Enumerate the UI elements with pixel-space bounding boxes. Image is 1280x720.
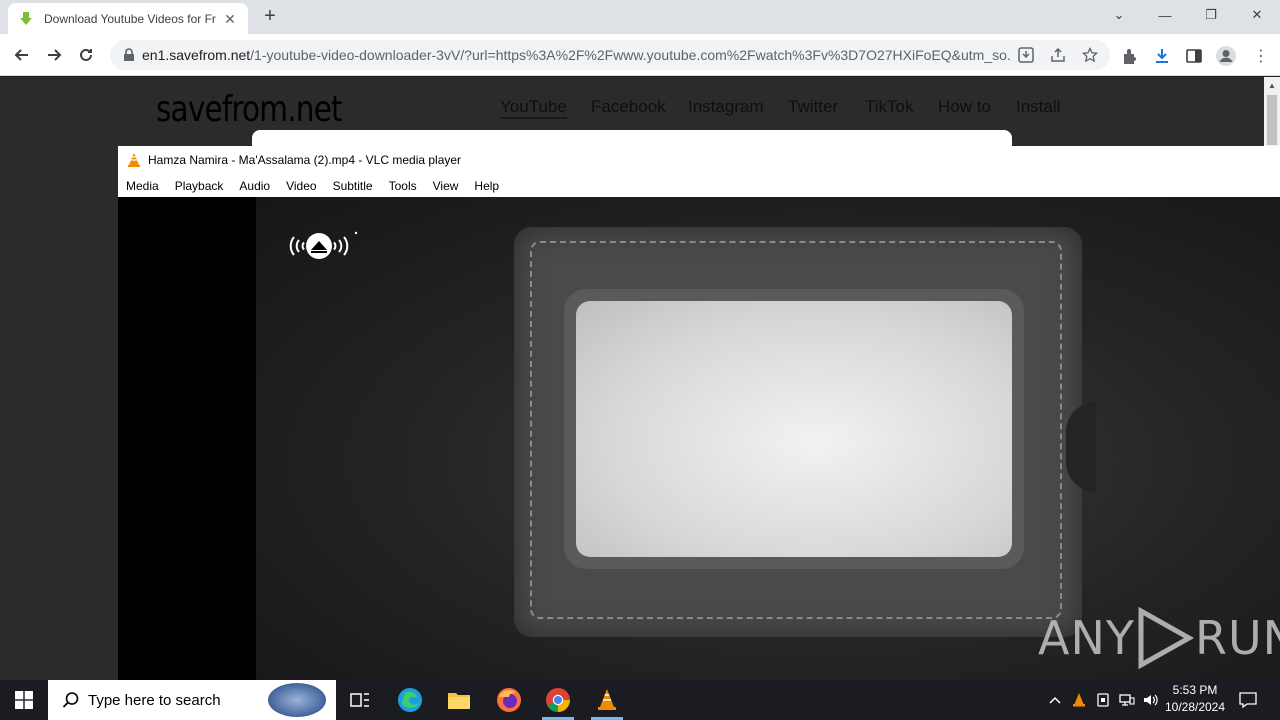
back-icon[interactable] (8, 41, 36, 69)
clock-time: 5:53 PM (1172, 683, 1218, 697)
system-clock[interactable]: 5:53 PM 10/28/2024 (1160, 682, 1230, 716)
nav-tiktok[interactable]: TikTok (865, 97, 914, 117)
nav-install[interactable]: Install (1016, 97, 1060, 117)
downloads-icon[interactable] (1151, 45, 1173, 67)
card-notch (1066, 402, 1096, 492)
star-icon[interactable] (1080, 45, 1100, 65)
share-icon[interactable] (1048, 45, 1068, 65)
menu-help[interactable]: Help (466, 179, 507, 193)
vlc-titlebar[interactable]: Hamza Namira - Ma'Assalama (2).mp4 - VLC… (118, 146, 1280, 174)
url-text: en1.savefrom.net/1-youtube-video-downloa… (142, 47, 1012, 63)
url-host: en1.savefrom.net (142, 47, 251, 63)
windows-start-icon[interactable] (0, 680, 48, 720)
side-panel-icon[interactable] (1183, 45, 1205, 67)
watermark-right: RUN (1194, 611, 1280, 665)
search-highlight-image (268, 683, 326, 717)
volume-icon[interactable] (1140, 680, 1162, 720)
channel-logo-icon (289, 231, 358, 259)
restore-button[interactable]: ❐ (1188, 0, 1234, 30)
nav-how-to[interactable]: How to (938, 97, 991, 117)
lock-icon (124, 48, 134, 61)
menu-playback[interactable]: Playback (167, 179, 232, 193)
nav-facebook[interactable]: Facebook (591, 97, 666, 117)
scrollbar-thumb[interactable] (1267, 95, 1277, 145)
profile-icon[interactable] (1215, 45, 1237, 67)
minimize-button[interactable]: — (1142, 0, 1188, 30)
browser-toolbar: en1.savefrom.net/1-youtube-video-downloa… (0, 34, 1280, 76)
address-bar[interactable]: en1.savefrom.net/1-youtube-video-downloa… (110, 40, 1110, 70)
watermark-left: ANY (1038, 611, 1135, 665)
close-window-button[interactable]: ✕ (1234, 0, 1280, 30)
taskbar: Type here to search 5:53 PM 10/28/2024 (0, 680, 1280, 720)
vlc-taskbar-icon[interactable] (583, 680, 631, 720)
extensions-icon[interactable] (1119, 45, 1141, 67)
network-icon[interactable] (1116, 680, 1138, 720)
menu-audio[interactable]: Audio (231, 179, 278, 193)
download-favicon-icon (20, 11, 32, 25)
notifications-icon[interactable] (1234, 680, 1262, 720)
file-explorer-icon[interactable] (435, 680, 483, 720)
menu-tools[interactable]: Tools (381, 179, 425, 193)
edge-icon[interactable] (386, 680, 434, 720)
task-view-icon[interactable] (336, 680, 384, 720)
url-path: /1-youtube-video-downloader-3vV/?url=htt… (250, 47, 1012, 63)
firefox-icon[interactable] (485, 680, 533, 720)
menu-view[interactable]: View (425, 179, 467, 193)
menu-video[interactable]: Video (278, 179, 324, 193)
new-tab-button[interactable]: + (258, 5, 282, 29)
browser-tab[interactable]: Download Youtube Videos for Fr ✕ (8, 3, 248, 34)
vlc-window: Hamza Namira - Ma'Assalama (2).mp4 - VLC… (118, 146, 1280, 680)
nav-instagram[interactable]: Instagram (688, 97, 764, 117)
card-window (564, 289, 1024, 569)
menu-subtitle[interactable]: Subtitle (325, 179, 381, 193)
tray-vlc-icon[interactable] (1068, 680, 1090, 720)
menu-media[interactable]: Media (118, 179, 167, 193)
menu-icon[interactable]: ⋮ (1250, 45, 1272, 67)
anyrun-play-icon (1138, 607, 1195, 669)
video-area[interactable]: ANY RUN (118, 197, 1280, 680)
search-icon (62, 692, 79, 708)
search-placeholder: Type here to search (88, 691, 221, 709)
vlc-cone-icon (128, 153, 140, 167)
vlc-menubar: Media Playback Audio Video Subtitle Tool… (118, 174, 1280, 197)
anyrun-watermark: ANY RUN (1038, 607, 1280, 669)
taskbar-search[interactable]: Type here to search (48, 680, 336, 720)
nav-youtube[interactable]: YouTube (500, 97, 567, 119)
vlc-title-text: Hamza Namira - Ma'Assalama (2).mp4 - VLC… (148, 153, 462, 167)
reload-icon[interactable] (72, 41, 100, 69)
tray-device-icon[interactable] (1092, 680, 1114, 720)
nav-twitter[interactable]: Twitter (788, 97, 838, 117)
card-window-glare (576, 301, 1012, 557)
leather-card-holder (514, 227, 1096, 637)
download-page-icon[interactable] (1016, 45, 1036, 65)
tray-overflow-icon[interactable] (1044, 680, 1066, 720)
clock-date: 10/28/2024 (1164, 700, 1226, 714)
tab-search-icon[interactable]: ⌄ (1096, 0, 1142, 30)
forward-icon[interactable] (40, 41, 68, 69)
tab-title: Download Youtube Videos for Fr (44, 11, 216, 26)
scroll-up-icon[interactable]: ▲ (1268, 81, 1276, 90)
site-logo[interactable]: savefrom.net (156, 89, 343, 130)
chrome-icon[interactable] (534, 680, 582, 720)
browser-tabstrip: Download Youtube Videos for Fr ✕ + ⌄ — ❐… (0, 0, 1280, 34)
tab-close-icon[interactable]: ✕ (222, 11, 238, 27)
